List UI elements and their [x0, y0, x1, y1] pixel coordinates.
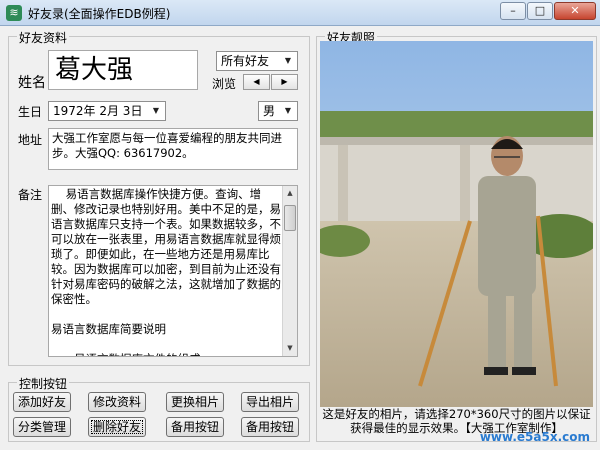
birthday-picker[interactable]: 1972年 2月 3日 ▼	[48, 101, 166, 121]
name-field[interactable]: 葛大强	[48, 50, 198, 90]
gender-select[interactable]: 男 ▼	[258, 101, 298, 121]
close-icon[interactable]: ✕	[554, 2, 596, 20]
name-label: 姓名	[18, 75, 46, 91]
friend-filter-select[interactable]: 所有好友 ▼	[216, 51, 298, 71]
scroll-down-icon[interactable]: ▼	[283, 341, 297, 356]
maximize-icon[interactable]: □	[527, 2, 553, 20]
title-bar: ≋ 好友录(全面操作EDB例程) – □ ✕	[0, 0, 600, 26]
friend-info-legend: 好友资料	[17, 29, 70, 46]
gender-value: 男	[263, 104, 276, 118]
watermark: www.e5a5x.com	[479, 430, 590, 444]
spare-button-1[interactable]: 备用按钮	[166, 417, 224, 437]
friend-photo	[320, 41, 593, 407]
photo-scene	[320, 41, 593, 407]
address-label: 地址	[18, 133, 43, 147]
birthday-label: 生日	[18, 105, 43, 119]
change-photo-button[interactable]: 更换相片	[166, 392, 224, 412]
chevron-down-icon: ▼	[152, 106, 160, 115]
chevron-down-icon: ▼	[284, 106, 292, 115]
delete-friend-button[interactable]: 删除好友	[88, 417, 146, 437]
export-photo-button[interactable]: 导出相片	[241, 392, 299, 412]
chevron-right-icon[interactable]: ▶	[271, 74, 298, 90]
controls-legend: 控制按钮	[17, 375, 70, 392]
scroll-up-icon[interactable]: ▲	[283, 186, 297, 201]
notes-text: 易语言数据库操作快捷方便。查询、增删、修改记录也特别好用。美中不足的是，易语言数…	[51, 187, 281, 356]
minimize-icon[interactable]: –	[500, 2, 526, 20]
scrollbar-thumb[interactable]	[284, 205, 296, 231]
chevron-left-icon[interactable]: ◀	[243, 74, 270, 90]
notes-field[interactable]: 易语言数据库操作快捷方便。查询、增删、修改记录也特别好用。美中不足的是，易语言数…	[48, 185, 298, 357]
spare-button-2[interactable]: 备用按钮	[241, 417, 299, 437]
window-title: 好友录(全面操作EDB例程)	[28, 7, 171, 21]
browse-label: 浏览	[212, 77, 237, 91]
chevron-down-icon: ▼	[284, 56, 292, 65]
browse-spinner: ◀ ▶	[243, 74, 299, 90]
add-friend-button[interactable]: 添加好友	[13, 392, 71, 412]
friend-filter-value: 所有好友	[221, 54, 270, 68]
app-icon: ≋	[6, 5, 22, 21]
notes-scrollbar[interactable]: ▲ ▼	[282, 186, 297, 356]
birthday-value: 1972年 2月 3日	[53, 104, 143, 118]
category-manage-button[interactable]: 分类管理	[13, 417, 71, 437]
notes-label: 备注	[18, 188, 43, 202]
edit-info-button[interactable]: 修改资料	[88, 392, 146, 412]
window-controls: – □ ✕	[500, 2, 596, 20]
address-field[interactable]: 大强工作室愿与每一位喜爱编程的朋友共同进步。大强QQ: 63617902。	[48, 128, 298, 170]
